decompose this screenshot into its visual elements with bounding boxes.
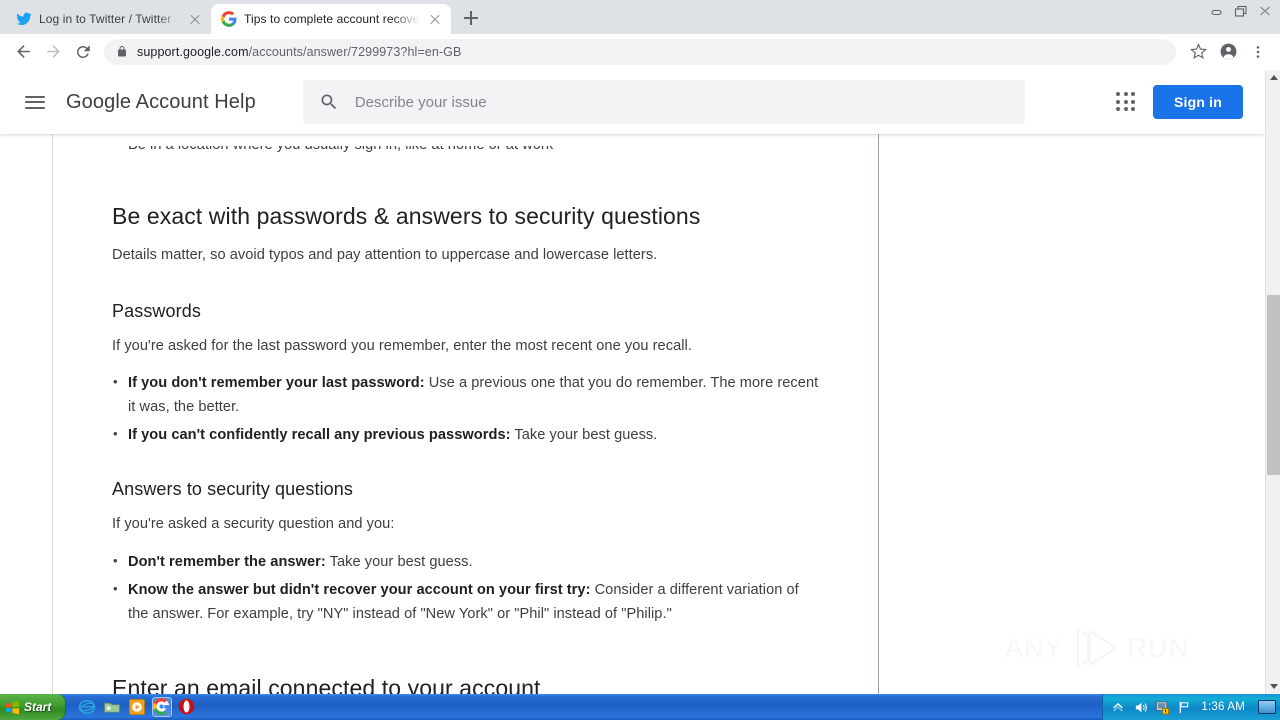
toolbar-icons [1184, 38, 1272, 66]
volume-icon[interactable] [1133, 700, 1148, 715]
help-search-box[interactable] [302, 80, 1025, 124]
internet-explorer-icon[interactable] [78, 698, 96, 716]
quick-launch-bar [70, 697, 196, 717]
list-item: If you don't remember your last password… [112, 370, 822, 419]
twitter-icon [16, 11, 32, 27]
opera-icon[interactable] [178, 698, 196, 716]
list-item-text: Take your best guess. [325, 554, 473, 570]
page-title: Google Account Help [66, 90, 256, 113]
list-item: If you can't confidently recall any prev… [112, 422, 822, 447]
answers-intro: If you're asked a security question and … [112, 516, 395, 532]
network-flag-icon[interactable] [1177, 700, 1192, 715]
windows-taskbar: Start 1:36 AM [0, 694, 1280, 720]
search-icon [319, 92, 339, 112]
apps-grid-icon[interactable] [1113, 89, 1139, 115]
scroll-down-arrow[interactable] [1266, 679, 1280, 695]
media-player-icon[interactable] [128, 698, 146, 716]
profile-avatar-icon[interactable] [1214, 38, 1242, 66]
answers-bullet-list: Don't remember the answer: Take your bes… [112, 549, 822, 626]
close-button[interactable] [1254, 1, 1276, 21]
forward-arrow-icon[interactable] [38, 37, 68, 67]
list-item-bold: If you can't confidently recall any prev… [128, 427, 511, 443]
reload-icon[interactable] [68, 37, 98, 67]
back-arrow-icon[interactable] [8, 37, 38, 67]
google-chrome-icon[interactable] [152, 697, 173, 717]
list-item-bold: Don't remember the answer: [128, 554, 326, 570]
list-item: Don't remember the answer: Take your bes… [112, 549, 822, 574]
list-item: Know the answer but didn't recover your … [112, 577, 822, 626]
restore-button[interactable] [1230, 1, 1252, 21]
passwords-intro: If you're asked for the last password yo… [112, 338, 692, 354]
chrome-menu-icon[interactable] [1244, 38, 1272, 66]
bookmark-star-icon[interactable] [1184, 38, 1212, 66]
browser-tab-strip: Log in to Twitter / Twitter Tips to comp… [0, 0, 1280, 34]
section-heading-2: Enter an email connected to your account [112, 675, 541, 695]
windows-flag-icon [5, 700, 20, 715]
hamburger-menu-icon[interactable] [22, 89, 48, 115]
address-bar-url: support.google.com/accounts/answer/72999… [137, 44, 462, 59]
close-icon[interactable] [427, 11, 443, 27]
show-desktop-icon[interactable] [1258, 700, 1276, 714]
header-right-group: Sign in [1113, 85, 1243, 119]
google-support-header: Google Account Help Sign in [0, 70, 1265, 134]
google-icon [221, 11, 237, 27]
scrollbar-thumb[interactable] [1267, 295, 1280, 475]
file-explorer-icon[interactable] [103, 698, 121, 716]
page-scrollbar[interactable] [1265, 70, 1280, 695]
browser-tab-twitter[interactable]: Log in to Twitter / Twitter [6, 4, 211, 34]
subsection-heading-answers: Answers to security questions [112, 479, 354, 499]
header-shadow-clip [53, 134, 878, 146]
window-controls [1206, 1, 1276, 21]
subsection-heading-passwords: Passwords [112, 301, 201, 321]
search-input[interactable] [354, 93, 1009, 111]
section-1-intro: Details matter, so avoid typos and pay a… [112, 247, 658, 263]
browser-tab-google-support[interactable]: Tips to complete account recovery s [211, 4, 451, 34]
help-article: Be in a location where you usually sign … [53, 134, 878, 695]
show-hidden-icons[interactable] [1111, 700, 1126, 715]
new-tab-button[interactable] [457, 4, 485, 32]
lock-icon [116, 45, 128, 58]
article-body-region: Be in a location where you usually sign … [0, 134, 1265, 695]
clock[interactable]: 1:36 AM [1199, 701, 1251, 713]
section-heading-1: Be exact with passwords & answers to sec… [112, 203, 701, 229]
security-alert-icon[interactable] [1155, 700, 1170, 715]
tab-title: Log in to Twitter / Twitter [39, 12, 172, 26]
page-viewport: Google Account Help Sign in Be [0, 70, 1265, 695]
address-bar[interactable]: support.google.com/accounts/answer/72999… [104, 38, 1176, 65]
tab-title: Tips to complete account recovery s [244, 12, 420, 26]
list-item-text: Take your best guess. [510, 427, 658, 443]
list-item-bold: If you don't remember your last password… [128, 375, 425, 391]
minimize-button[interactable] [1206, 1, 1228, 21]
close-icon[interactable] [187, 11, 203, 27]
right-divider [878, 134, 879, 695]
list-item-bold: Know the answer but didn't recover your … [128, 582, 591, 598]
browser-toolbar: support.google.com/accounts/answer/72999… [0, 34, 1280, 70]
scroll-up-arrow[interactable] [1266, 70, 1280, 86]
passwords-bullet-list: If you don't remember your last password… [112, 370, 822, 447]
sign-in-button[interactable]: Sign in [1152, 85, 1243, 119]
screen-root: Log in to Twitter / Twitter Tips to comp… [0, 0, 1280, 720]
system-tray: 1:36 AM [1102, 694, 1280, 720]
start-label: Start [24, 700, 52, 714]
start-button[interactable]: Start [0, 694, 67, 720]
